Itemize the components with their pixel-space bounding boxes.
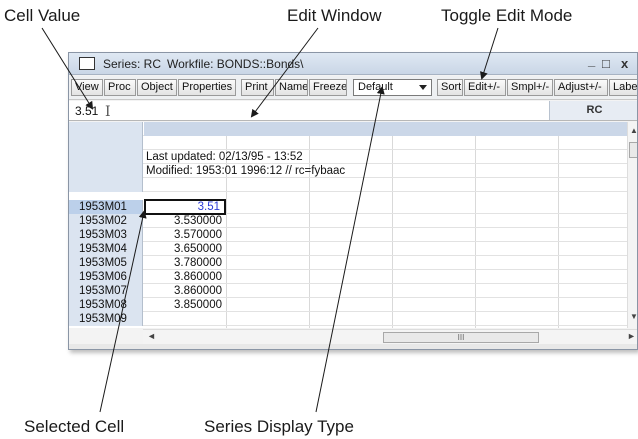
blank-row — [69, 136, 627, 150]
object-button[interactable]: Object — [137, 79, 177, 96]
data-cell[interactable]: 3.530000 — [144, 214, 226, 228]
annotation-series-display-type: Series Display Type — [204, 417, 354, 436]
row-date[interactable]: 1953M03 — [69, 228, 143, 242]
row-date[interactable]: 1953M07 — [69, 284, 143, 298]
table-row[interactable]: 1953M08 3.850000 — [69, 298, 627, 312]
smpl-button[interactable]: Smpl+/- — [507, 79, 553, 96]
table-row[interactable]: 1953M01 3.51 — [69, 199, 627, 215]
scroll-right-icon[interactable]: ► — [627, 331, 636, 341]
vertical-scroll-thumb[interactable] — [629, 142, 637, 158]
toolbar: View Proc Object Properties Print Name F… — [69, 76, 637, 100]
spreadsheet-grid[interactable]: Last updated: 02/13/95 - 13:52 Modified:… — [69, 122, 637, 328]
sort-button[interactable]: Sort — [437, 79, 463, 96]
row-header — [69, 164, 143, 178]
table-row[interactable]: 1953M05 3.780000 — [69, 256, 627, 270]
table-row[interactable]: 1953M07 3.860000 — [69, 284, 627, 298]
close-icon[interactable]: x — [621, 56, 628, 71]
horizontal-scrollbar[interactable]: ◄ III ► — [143, 329, 637, 344]
maximize-icon[interactable]: □ — [602, 56, 610, 71]
row-date[interactable]: 1953M02 — [69, 214, 143, 228]
info-row: Last updated: 02/13/95 - 13:52 — [69, 150, 627, 164]
data-cell[interactable] — [144, 312, 226, 326]
annotation-edit-window: Edit Window — [287, 6, 382, 25]
series-title: Series: RC — [103, 57, 162, 71]
last-updated-text: Last updated: 02/13/95 - 13:52 — [146, 151, 303, 163]
modified-text: Modified: 1953:01 1996:12 // rc=fybaac — [146, 165, 346, 177]
row-date[interactable]: 1953M08 — [69, 298, 143, 312]
row-header — [69, 150, 143, 164]
column-header-row — [69, 122, 627, 136]
series-window-icon — [79, 57, 95, 70]
adjust-button[interactable]: Adjust+/- — [554, 79, 608, 96]
row-date[interactable]: 1953M01 — [69, 200, 143, 214]
table-row[interactable]: 1953M06 3.860000 — [69, 270, 627, 284]
selected-cell[interactable]: 3.51 — [144, 199, 226, 215]
annotation-toggle-edit-mode: Toggle Edit Mode — [441, 6, 573, 25]
display-type-dropdown[interactable]: Default — [353, 79, 432, 96]
scroll-down-icon[interactable]: ▼ — [630, 312, 637, 321]
table-row[interactable]: 1953M04 3.650000 — [69, 242, 627, 256]
name-button[interactable]: Name — [275, 79, 308, 96]
series-window: Series: RC Workfile: BONDS::Bonds\ _ □ x … — [68, 52, 638, 350]
data-cell[interactable]: 3.780000 — [144, 256, 226, 270]
row-header — [69, 136, 143, 150]
text-cursor-icon: I — [105, 104, 111, 120]
blank-row — [69, 178, 627, 192]
vertical-scrollbar[interactable]: ▲ ▼ — [627, 122, 637, 328]
title-bar[interactable]: Series: RC Workfile: BONDS::Bonds\ _ □ x — [69, 53, 637, 75]
status-strip — [69, 344, 637, 349]
properties-button[interactable]: Properties — [178, 79, 236, 96]
table-row[interactable]: 1953M03 3.570000 — [69, 228, 627, 242]
chevron-down-icon — [419, 85, 427, 90]
label-button[interactable]: Label — [609, 79, 637, 96]
annotation-cell-value: Cell Value — [4, 6, 81, 25]
table-row[interactable]: 1953M02 3.530000 — [69, 214, 627, 228]
view-button[interactable]: View — [71, 79, 103, 96]
row-date[interactable]: 1953M09 — [69, 312, 143, 326]
row-header — [69, 178, 143, 192]
window-title: Series: RC Workfile: BONDS::Bonds\ — [103, 57, 304, 71]
table-row[interactable]: 1953M09 — [69, 312, 627, 326]
freeze-button[interactable]: Freeze — [309, 79, 347, 96]
data-cell[interactable]: 3.850000 — [144, 298, 226, 312]
proc-button[interactable]: Proc — [104, 79, 136, 96]
corner-cell — [69, 122, 143, 136]
horizontal-scroll-thumb[interactable]: III — [383, 332, 539, 343]
workfile-title: Workfile: BONDS::Bonds\ — [167, 57, 304, 71]
minimize-icon[interactable]: _ — [588, 53, 595, 68]
data-cell[interactable]: 3.570000 — [144, 228, 226, 242]
data-cell[interactable]: 3.860000 — [144, 270, 226, 284]
annotation-selected-cell: Selected Cell — [24, 417, 125, 436]
row-date[interactable]: 1953M05 — [69, 256, 143, 270]
column-header[interactable] — [144, 122, 627, 136]
series-name-header: RC — [549, 101, 637, 120]
print-button[interactable]: Print — [241, 79, 274, 96]
row-date[interactable]: 1953M04 — [69, 242, 143, 256]
scroll-up-icon[interactable]: ▲ — [630, 126, 637, 135]
scroll-left-icon[interactable]: ◄ — [147, 331, 156, 341]
row-date[interactable]: 1953M06 — [69, 270, 143, 284]
data-cell[interactable]: 3.860000 — [144, 284, 226, 298]
display-type-value: Default — [358, 81, 393, 93]
edit-field[interactable]: 3.51 — [75, 104, 98, 118]
edit-window[interactable]: 3.51 I RC — [69, 101, 637, 121]
edit-toggle-button[interactable]: Edit+/- — [464, 79, 506, 96]
info-row: Modified: 1953:01 1996:12 // rc=fybaac — [69, 164, 627, 178]
data-cell[interactable]: 3.650000 — [144, 242, 226, 256]
